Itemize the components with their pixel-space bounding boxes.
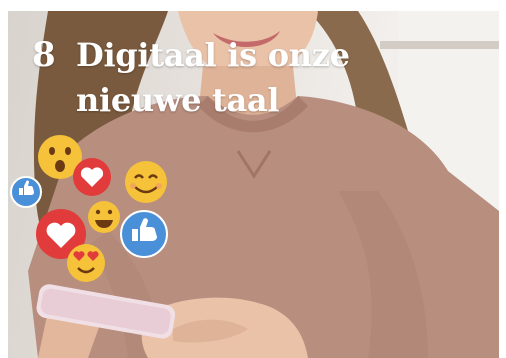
article-number: 8 bbox=[32, 35, 56, 75]
heart-eyes-face-icon bbox=[67, 244, 105, 282]
article-card[interactable]: 8 Digitaal is onze nieuwe taal bbox=[8, 11, 499, 358]
headline-line-1: Digitaal is onze bbox=[76, 36, 350, 74]
thumbs-up-icon bbox=[120, 210, 168, 258]
grinning-face-icon bbox=[88, 201, 120, 233]
smiling-face-icon bbox=[125, 161, 167, 203]
heart-icon bbox=[73, 158, 111, 196]
thumbs-up-icon bbox=[10, 176, 42, 208]
headline-line-2: nieuwe taal bbox=[76, 81, 280, 119]
